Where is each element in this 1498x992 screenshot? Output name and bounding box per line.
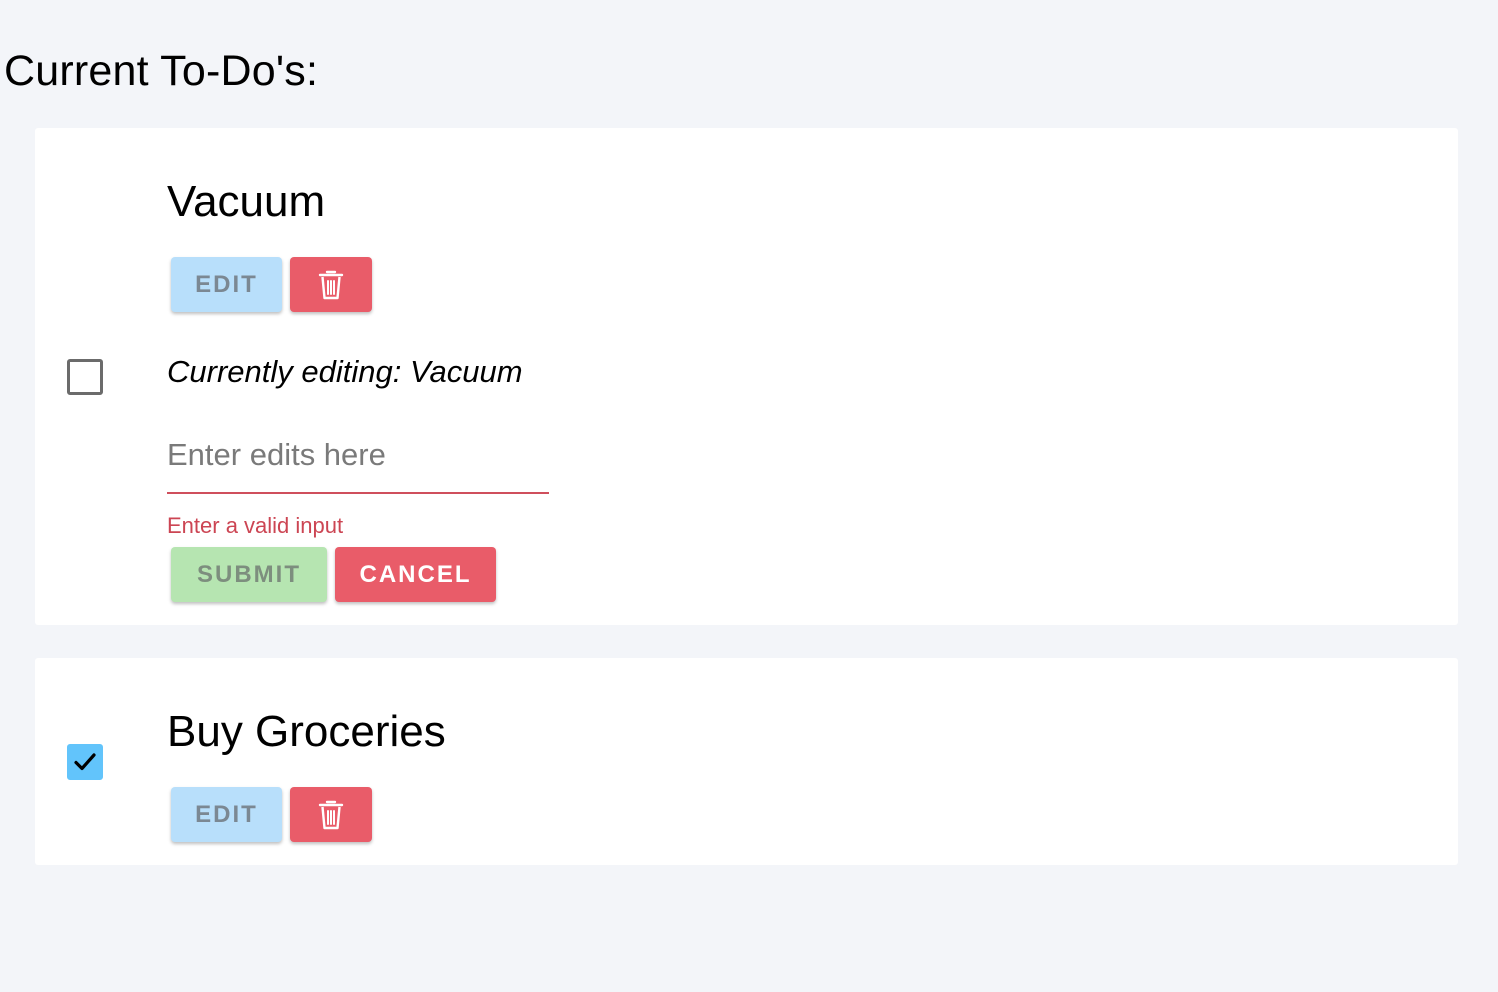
todo-card-buy-groceries: Buy Groceries EDIT — [35, 658, 1458, 865]
edit-button[interactable]: EDIT — [171, 257, 282, 312]
todo-title: Buy Groceries — [167, 707, 446, 756]
delete-button[interactable] — [290, 787, 372, 842]
editing-label: Currently editing: Vacuum — [167, 354, 523, 389]
error-message: Enter a valid input — [167, 513, 344, 538]
checkmark-icon — [74, 753, 96, 771]
edit-input[interactable] — [167, 424, 549, 494]
todo-checkbox[interactable] — [67, 744, 103, 780]
todo-checkbox[interactable] — [67, 359, 103, 395]
delete-button[interactable] — [290, 257, 372, 312]
page-title: Current To-Do's: — [4, 47, 319, 95]
todo-title: Vacuum — [167, 177, 326, 226]
edit-button[interactable]: EDIT — [171, 787, 282, 842]
trash-icon — [318, 800, 344, 829]
todo-card-vacuum: Vacuum EDIT Currently editing: Vacuum En… — [35, 128, 1458, 625]
submit-button[interactable]: SUBMIT — [171, 547, 327, 602]
cancel-button[interactable]: CANCEL — [335, 547, 496, 602]
trash-icon — [318, 270, 344, 299]
